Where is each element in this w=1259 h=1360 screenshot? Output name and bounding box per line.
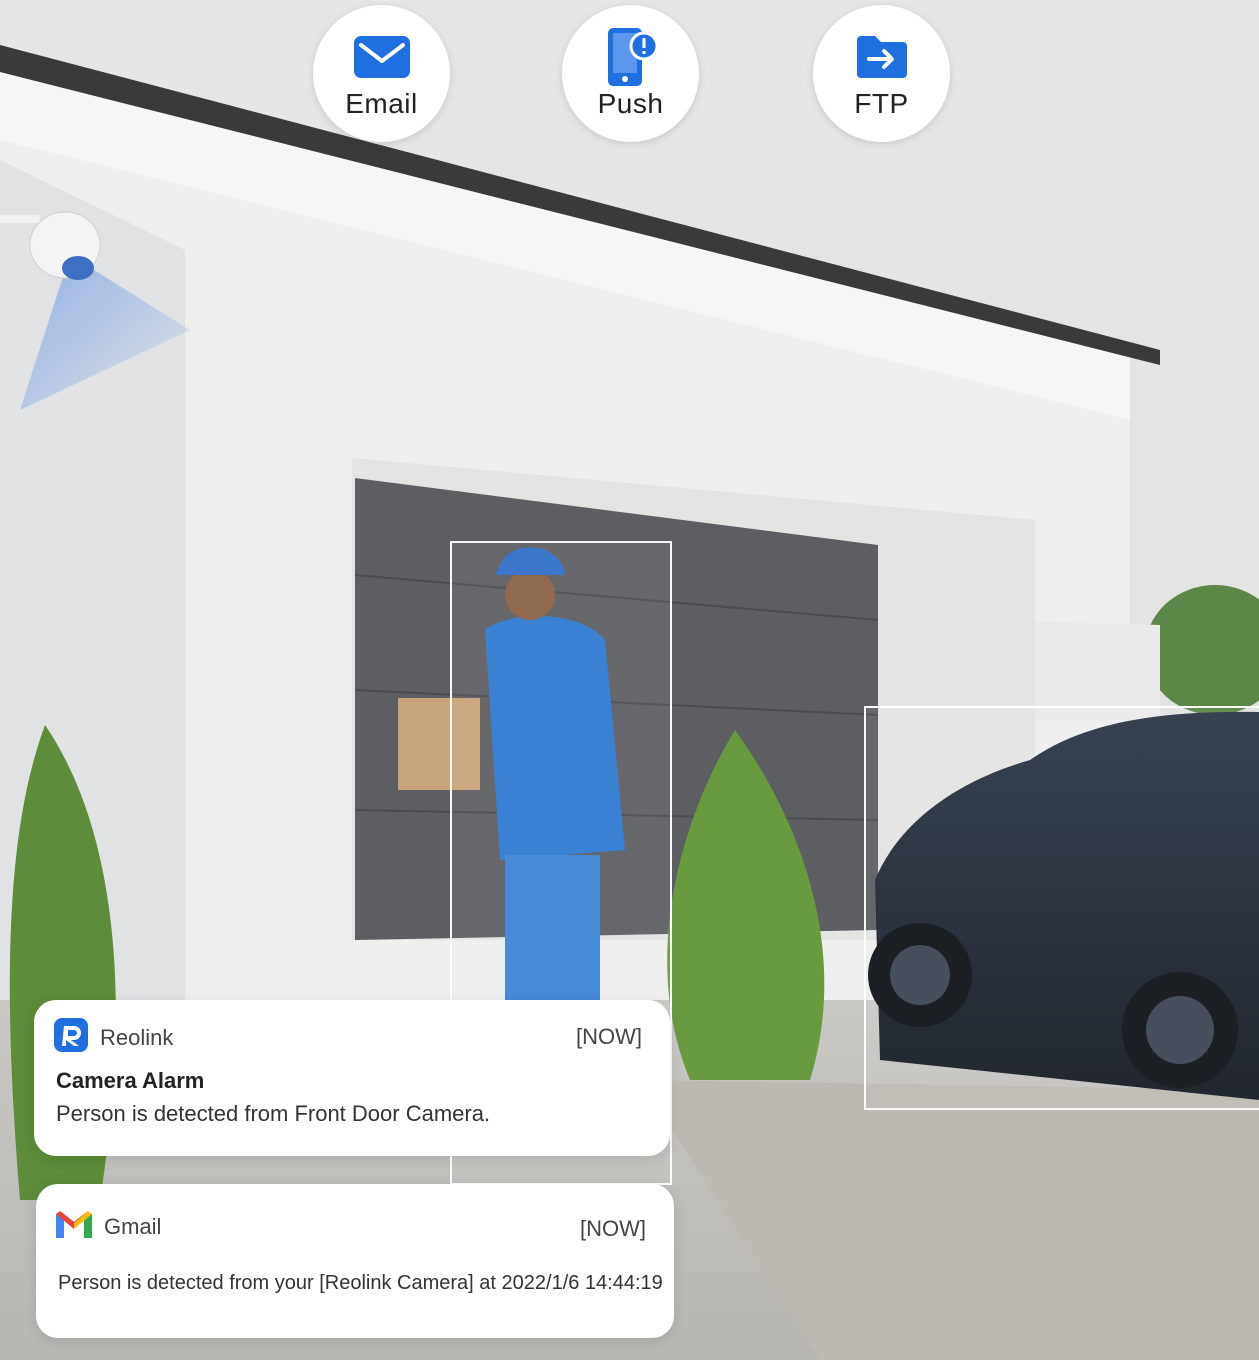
reolink-notification[interactable]: Reolink [NOW] Camera Alarm Person is det… (34, 1000, 670, 1156)
ftp-label: FTP (854, 87, 909, 119)
ftp-folder-icon (853, 28, 911, 86)
gmail-app-name: Gmail (104, 1213, 162, 1239)
gmail-notification-message: Person is detected from your [Reolink Ca… (58, 1272, 663, 1294)
reolink-notification-time: [NOW] (576, 1024, 642, 1049)
push-alert-badge: Push (562, 5, 699, 142)
gmail-logo-icon (56, 1210, 92, 1243)
push-notification-icon (602, 27, 660, 86)
reolink-logo-icon (54, 1018, 88, 1057)
email-alert-badge: Email (313, 5, 450, 142)
gmail-notification-time: [NOW] (580, 1216, 646, 1241)
reolink-app-header: Reolink (54, 1018, 173, 1057)
vehicle-detection-box (864, 706, 1259, 1110)
gmail-app-header: Gmail (56, 1210, 161, 1243)
ftp-alert-badge: FTP (813, 5, 950, 142)
email-label: Email (345, 87, 418, 119)
push-label: Push (597, 87, 664, 119)
email-icon (353, 28, 411, 86)
reolink-notification-message: Person is detected from Front Door Camer… (56, 1101, 491, 1126)
reolink-notification-title: Camera Alarm (56, 1068, 205, 1093)
reolink-app-name: Reolink (100, 1024, 174, 1050)
gmail-notification[interactable]: Gmail [NOW] Person is detected from your… (36, 1184, 674, 1338)
